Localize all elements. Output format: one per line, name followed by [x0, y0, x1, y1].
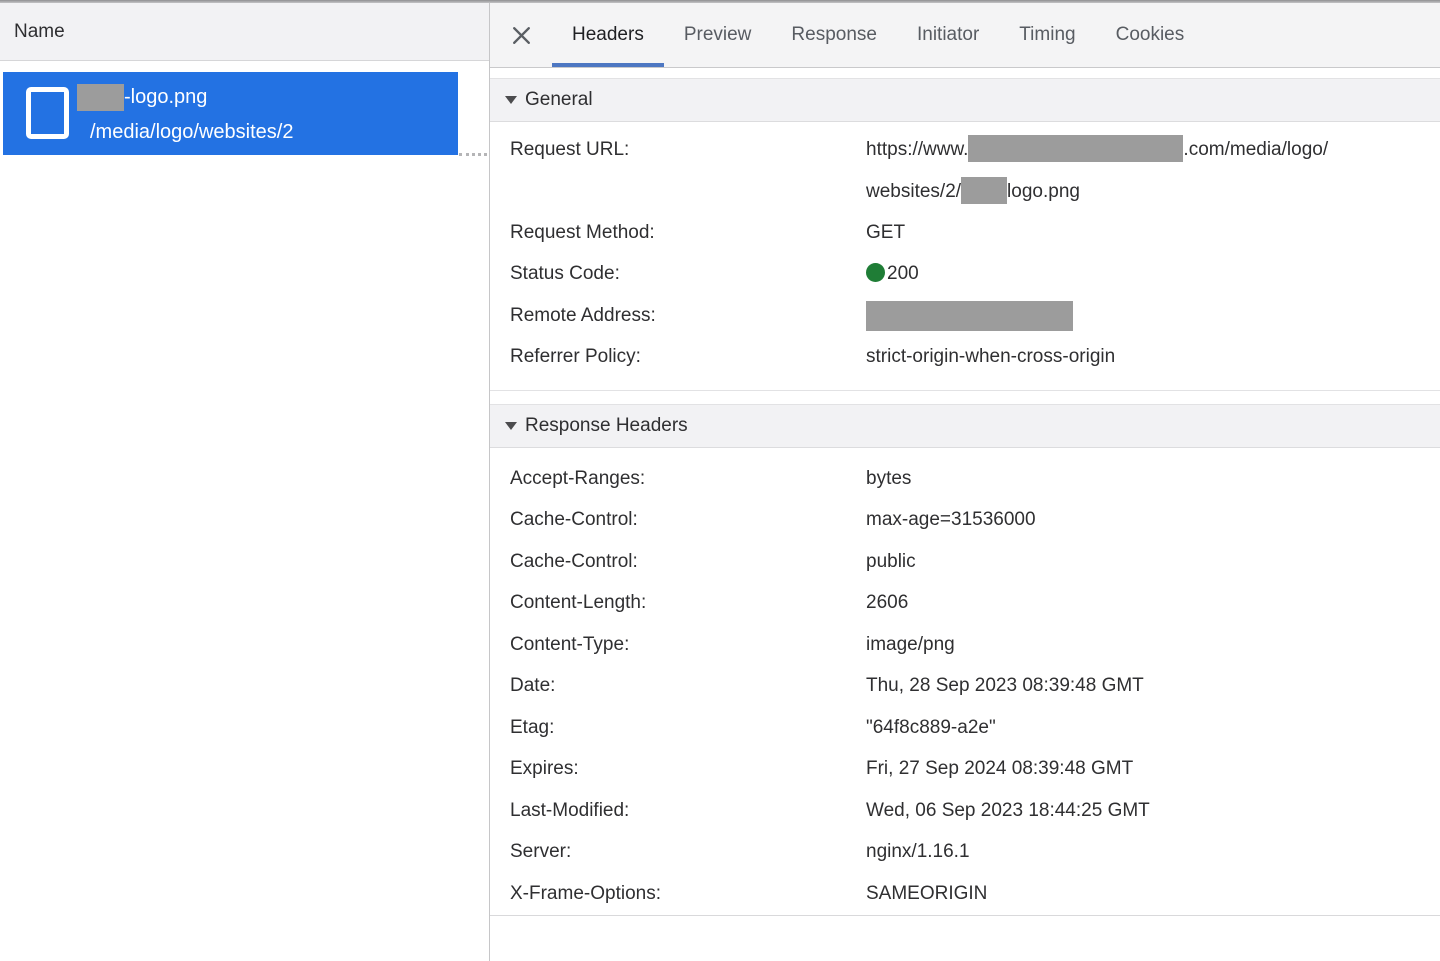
- header-value: bytes: [866, 468, 1440, 490]
- spacer: [490, 68, 1440, 78]
- header-value: [866, 301, 1440, 331]
- header-value: 200: [866, 263, 1440, 285]
- tab-headers[interactable]: Headers: [552, 3, 664, 67]
- header-name: Referrer Policy:: [510, 346, 866, 368]
- response-header-row: Content-Length: 2606: [510, 583, 1440, 625]
- tab-label: Cookies: [1116, 24, 1185, 46]
- redacted-ip-address: [866, 301, 1073, 331]
- request-row-text: -logo.png /media/logo/websites/2: [77, 82, 293, 147]
- header-name: Cache-Control:: [510, 551, 866, 573]
- redacted-filename-prefix: [77, 84, 124, 111]
- header-value: https://www. .com/media/logo/ websites/2/…: [866, 129, 1440, 212]
- header-row-request-url: Request URL: https://www. .com/media/logo…: [510, 129, 1440, 212]
- tab-response[interactable]: Response: [771, 3, 897, 67]
- header-name: Remote Address:: [510, 305, 866, 327]
- redacted-domain: [968, 135, 1183, 162]
- header-value: Thu, 28 Sep 2023 08:39:48 GMT: [866, 675, 1440, 697]
- redacted-filename: [961, 177, 1007, 204]
- header-name: Expires:: [510, 758, 866, 780]
- url-part: logo.png: [1007, 181, 1080, 202]
- header-name: Request Method:: [510, 222, 866, 244]
- triangle-down-icon: [505, 422, 517, 430]
- tab-initiator[interactable]: Initiator: [897, 3, 999, 67]
- header-name: Last-Modified:: [510, 800, 866, 822]
- request-details-panel: Headers Preview Response Initiator Timing Coo…: [490, 3, 1440, 961]
- general-rows: Request URL: https://www. .com/media/logo…: [490, 129, 1440, 391]
- response-header-row: Etag: "64f8c889-a2e": [510, 707, 1440, 749]
- request-list-panel: Name -logo.png /media/logo/websites/2: [0, 3, 490, 961]
- detail-tab-bar: Headers Preview Response Initiator Timing Coo…: [490, 3, 1440, 68]
- header-name: Content-Type:: [510, 634, 866, 656]
- url-part: websites/2/: [866, 181, 961, 202]
- section-title: Response Headers: [525, 415, 688, 437]
- tab-timing[interactable]: Timing: [999, 3, 1095, 67]
- header-name: Server:: [510, 841, 866, 863]
- header-name: Request URL:: [510, 129, 866, 171]
- tabs-container: Headers Preview Response Initiator Timing Coo…: [552, 3, 1204, 67]
- header-name: Date:: [510, 675, 866, 697]
- response-header-row: Cache-Control: max-age=31536000: [510, 500, 1440, 542]
- tab-label: Timing: [1019, 24, 1075, 46]
- response-header-row: Last-Modified: Wed, 06 Sep 2023 18:44:25…: [510, 790, 1440, 832]
- header-row-remote-address: Remote Address:: [510, 295, 1440, 337]
- response-header-row: Expires: Fri, 27 Sep 2024 08:39:48 GMT: [510, 749, 1440, 791]
- header-name: Content-Length:: [510, 592, 866, 614]
- header-value: image/png: [866, 634, 1440, 656]
- section-title: General: [525, 89, 593, 111]
- header-name: Cache-Control:: [510, 509, 866, 531]
- close-icon[interactable]: [504, 3, 538, 67]
- response-header-row: Server: nginx/1.16.1: [510, 832, 1440, 874]
- header-name: Etag:: [510, 717, 866, 739]
- response-header-rows: Accept-Ranges: bytes Cache-Control: max-…: [490, 458, 1440, 916]
- name-column-header[interactable]: Name: [0, 3, 489, 61]
- response-header-row: Date: Thu, 28 Sep 2023 08:39:48 GMT: [510, 666, 1440, 708]
- header-value: "64f8c889-a2e": [866, 717, 1440, 739]
- window-top-edge: [0, 0, 1440, 3]
- name-column-label: Name: [14, 21, 65, 43]
- header-value: GET: [866, 222, 1440, 244]
- section-header-response-headers[interactable]: Response Headers: [490, 404, 1440, 448]
- header-value: strict-origin-when-cross-origin: [866, 346, 1440, 368]
- header-value: Wed, 06 Sep 2023 18:44:25 GMT: [866, 800, 1440, 822]
- request-row-selected[interactable]: -logo.png /media/logo/websites/2: [3, 72, 458, 155]
- tab-label: Initiator: [917, 24, 979, 46]
- status-ok-icon: [866, 263, 885, 282]
- tab-label: Preview: [684, 24, 752, 46]
- section-header-general[interactable]: General: [490, 78, 1440, 122]
- tab-label: Response: [791, 24, 877, 46]
- url-part: https://www.: [866, 139, 968, 160]
- url-part: .com/media/logo/: [1183, 139, 1328, 160]
- header-name: Accept-Ranges:: [510, 468, 866, 490]
- response-header-row: X-Frame-Options: SAMEORIGIN: [510, 873, 1440, 915]
- header-row-referrer-policy: Referrer Policy: strict-origin-when-cros…: [510, 337, 1440, 379]
- column-resize-dots: [459, 153, 487, 157]
- header-value: public: [866, 551, 1440, 573]
- header-row-request-method: Request Method: GET: [510, 212, 1440, 254]
- request-filename: -logo.png: [124, 86, 207, 109]
- tab-cookies[interactable]: Cookies: [1096, 3, 1205, 67]
- header-value: nginx/1.16.1: [866, 841, 1440, 863]
- request-path: /media/logo/websites/2: [77, 117, 293, 147]
- response-header-row: Content-Type: image/png: [510, 624, 1440, 666]
- header-row-status-code: Status Code: 200: [510, 254, 1440, 296]
- tab-label: Headers: [572, 24, 644, 46]
- image-thumbnail-icon: [26, 87, 69, 139]
- header-value: 2606: [866, 592, 1440, 614]
- tab-preview[interactable]: Preview: [664, 3, 772, 67]
- header-name: Status Code:: [510, 263, 866, 285]
- header-value: Fri, 27 Sep 2024 08:39:48 GMT: [866, 758, 1440, 780]
- triangle-down-icon: [505, 96, 517, 104]
- response-header-row: Accept-Ranges: bytes: [510, 458, 1440, 500]
- header-value: SAMEORIGIN: [866, 883, 1440, 905]
- header-value: max-age=31536000: [866, 509, 1440, 531]
- status-code-value: 200: [887, 263, 919, 284]
- response-header-row: Cache-Control: public: [510, 541, 1440, 583]
- header-name: X-Frame-Options:: [510, 883, 866, 905]
- spacer: [490, 391, 1440, 404]
- devtools-network-panel: Name -logo.png /media/logo/websites/2 He…: [0, 0, 1440, 961]
